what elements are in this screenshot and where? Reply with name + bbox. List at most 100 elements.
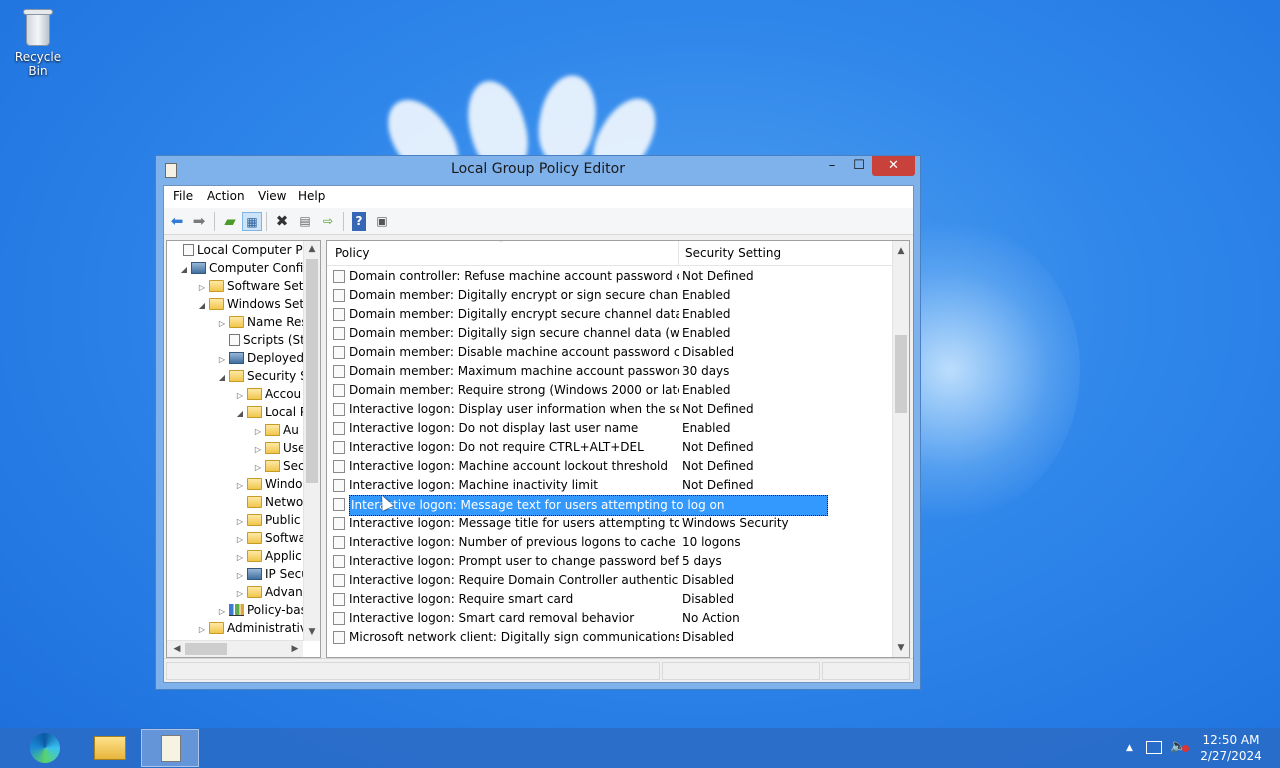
taskbar-group-policy-editor[interactable] xyxy=(141,729,199,767)
tree-item[interactable]: Local Computer Polic xyxy=(171,241,320,259)
tree-item[interactable]: ▷ Advan xyxy=(235,583,303,601)
security-setting: Windows Security xyxy=(682,516,789,530)
title-bar[interactable]: Local Group Policy Editor – ☐ ✕ xyxy=(156,156,920,185)
group-policy-editor-window: Local Group Policy Editor – ☐ ✕ File Act… xyxy=(155,155,921,690)
table-row[interactable]: Domain member: Digitally encrypt secure … xyxy=(331,305,894,324)
list-scroll-thumb[interactable] xyxy=(895,335,907,413)
tree-item[interactable]: ▷ Windo xyxy=(235,475,303,493)
tree-item[interactable]: ◢ Computer Config xyxy=(179,259,311,277)
table-row[interactable]: Interactive logon: Message title for use… xyxy=(331,514,894,533)
table-row[interactable]: Interactive logon: Require Domain Contro… xyxy=(331,571,894,590)
close-button[interactable]: ✕ xyxy=(872,156,915,176)
export-list-icon[interactable]: ⇨ xyxy=(318,212,338,231)
policy-name: Domain member: Digitally encrypt secure … xyxy=(349,307,679,321)
expanded-arrow-icon[interactable]: ◢ xyxy=(217,369,227,387)
back-arrow-icon[interactable]: ⬅ xyxy=(167,212,187,231)
menu-help[interactable]: Help xyxy=(298,189,325,203)
table-row[interactable]: Interactive logon: Machine inactivity li… xyxy=(331,476,894,495)
policy-name: Domain member: Digitally sign secure cha… xyxy=(349,326,679,340)
tree-horizontal-scrollbar[interactable]: ◀ ▶ xyxy=(167,640,303,657)
table-row[interactable]: Interactive logon: Number of previous lo… xyxy=(331,533,894,552)
up-folder-icon[interactable]: ▰ xyxy=(220,212,240,231)
table-row[interactable]: Interactive logon: Display user informat… xyxy=(331,400,894,419)
table-row[interactable]: Interactive logon: Do not require CTRL+A… xyxy=(331,438,894,457)
recycle-bin[interactable]: Recycle Bin xyxy=(4,6,72,78)
properties-icon[interactable]: ▤ xyxy=(295,212,315,231)
minimize-button[interactable]: – xyxy=(818,156,846,176)
scroll-up-icon[interactable]: ▲ xyxy=(304,241,320,257)
tree-item[interactable]: ▷ IP Secu xyxy=(235,565,309,583)
column-header-security-setting[interactable]: Security Setting xyxy=(685,246,781,260)
expanded-arrow-icon[interactable]: ◢ xyxy=(197,297,207,315)
expanded-arrow-icon[interactable]: ◢ xyxy=(235,405,245,423)
tree-item-label: Applic xyxy=(265,549,302,563)
scroll-left-icon[interactable]: ◀ xyxy=(169,641,185,657)
menu-file[interactable]: File xyxy=(173,189,193,203)
menu-view[interactable]: View xyxy=(258,189,286,203)
table-row[interactable]: Domain member: Disable machine account p… xyxy=(331,343,894,362)
tree-scroll-thumb[interactable] xyxy=(306,259,318,483)
tree-item[interactable]: ▷ Au xyxy=(253,421,299,439)
tree-item[interactable]: ▷ Softwa xyxy=(235,529,306,547)
scroll-up-icon[interactable]: ▲ xyxy=(893,243,909,259)
expanded-arrow-icon[interactable]: ◢ xyxy=(179,261,189,279)
taskbar-file-explorer[interactable] xyxy=(80,729,138,767)
policy-name: Interactive logon: Require Domain Contro… xyxy=(349,573,679,587)
collapsed-arrow-icon[interactable]: ▷ xyxy=(197,621,207,639)
tree-item-label: Local P xyxy=(265,405,308,419)
menu-action[interactable]: Action xyxy=(207,189,245,203)
tree-item[interactable]: ◢ Windows Sett xyxy=(197,295,309,313)
tree-item[interactable]: ▷ Policy-bas xyxy=(217,601,307,619)
tree-item-label: Windows Sett xyxy=(227,297,309,311)
table-row[interactable]: Microsoft network client: Digitally sign… xyxy=(331,628,894,647)
tree-item[interactable]: ▷ Use xyxy=(253,439,306,457)
scroll-down-icon[interactable]: ▼ xyxy=(304,624,320,640)
tree-item[interactable]: ▷ Deployed xyxy=(217,349,304,367)
table-row[interactable]: Interactive logon: Machine account locko… xyxy=(331,457,894,476)
tree-item[interactable]: Scripts (Sta xyxy=(217,331,312,349)
table-row[interactable]: Interactive logon: Prompt user to change… xyxy=(331,552,894,571)
menu-bar: File Action View Help xyxy=(164,186,913,208)
table-row[interactable]: Interactive logon: Message text for user… xyxy=(331,495,894,516)
tree-hscroll-thumb[interactable] xyxy=(185,643,227,655)
action-pane-icon[interactable]: ▣ xyxy=(372,212,392,231)
list-vertical-scrollbar[interactable]: ▲ ▼ xyxy=(892,241,909,657)
help-icon[interactable]: ? xyxy=(352,212,366,231)
scroll-down-icon[interactable]: ▼ xyxy=(893,640,909,656)
tree-item-label: Software Setti xyxy=(227,279,312,293)
column-header-policy[interactable]: Policy xyxy=(335,246,370,260)
table-row[interactable]: Interactive logon: Require smart card Dis… xyxy=(331,590,894,609)
network-icon[interactable] xyxy=(1146,741,1162,754)
tree-item[interactable]: ▷ Administrative xyxy=(197,619,314,637)
tree-item[interactable]: ▷ Accou xyxy=(235,385,301,403)
scroll-right-icon[interactable]: ▶ xyxy=(287,641,303,657)
clock-time: 12:50 AM xyxy=(1202,733,1260,747)
table-row[interactable]: Domain member: Maximum machine account p… xyxy=(331,362,894,381)
tree-item[interactable]: ◢ Local P xyxy=(235,403,307,421)
taskbar-edge[interactable] xyxy=(16,729,74,767)
mute-badge-icon xyxy=(1182,745,1189,752)
show-hide-tree-icon[interactable]: ▦ xyxy=(242,212,262,231)
table-row[interactable]: Domain member: Require strong (Windows 2… xyxy=(331,381,894,400)
policy-name: Domain member: Digitally encrypt or sign… xyxy=(349,288,679,302)
table-row[interactable]: Domain controller: Refuse machine accoun… xyxy=(331,267,894,286)
tree-item[interactable]: ▷ Sec xyxy=(253,457,305,475)
table-row[interactable]: Domain member: Digitally sign secure cha… xyxy=(331,324,894,343)
security-setting: Enabled xyxy=(682,307,731,321)
tree-item[interactable]: ▷ Public xyxy=(235,511,301,529)
tree-item[interactable]: ▷ Software Setti xyxy=(197,277,312,295)
clock[interactable]: 12:50 AM 2/27/2024 xyxy=(1196,732,1266,764)
tree-item[interactable]: Netwo xyxy=(235,493,303,511)
table-row[interactable]: Interactive logon: Smart card removal be… xyxy=(331,609,894,628)
policy-icon xyxy=(333,422,345,435)
tree-item[interactable]: ◢ Security Se xyxy=(217,367,315,385)
maximize-button[interactable]: ☐ xyxy=(846,156,872,176)
tree-item[interactable]: ▷ Applic xyxy=(235,547,302,565)
tree-item[interactable]: ▷ Name Res xyxy=(217,313,308,331)
table-row[interactable]: Domain member: Digitally encrypt or sign… xyxy=(331,286,894,305)
forward-arrow-icon[interactable]: ➡ xyxy=(189,212,209,231)
table-row[interactable]: Interactive logon: Do not display last u… xyxy=(331,419,894,438)
tree-vertical-scrollbar[interactable]: ▲ ▼ xyxy=(303,241,320,641)
show-hidden-icons-chevron[interactable]: ▲ xyxy=(1126,743,1133,753)
delete-icon[interactable]: ✖ xyxy=(272,212,292,231)
